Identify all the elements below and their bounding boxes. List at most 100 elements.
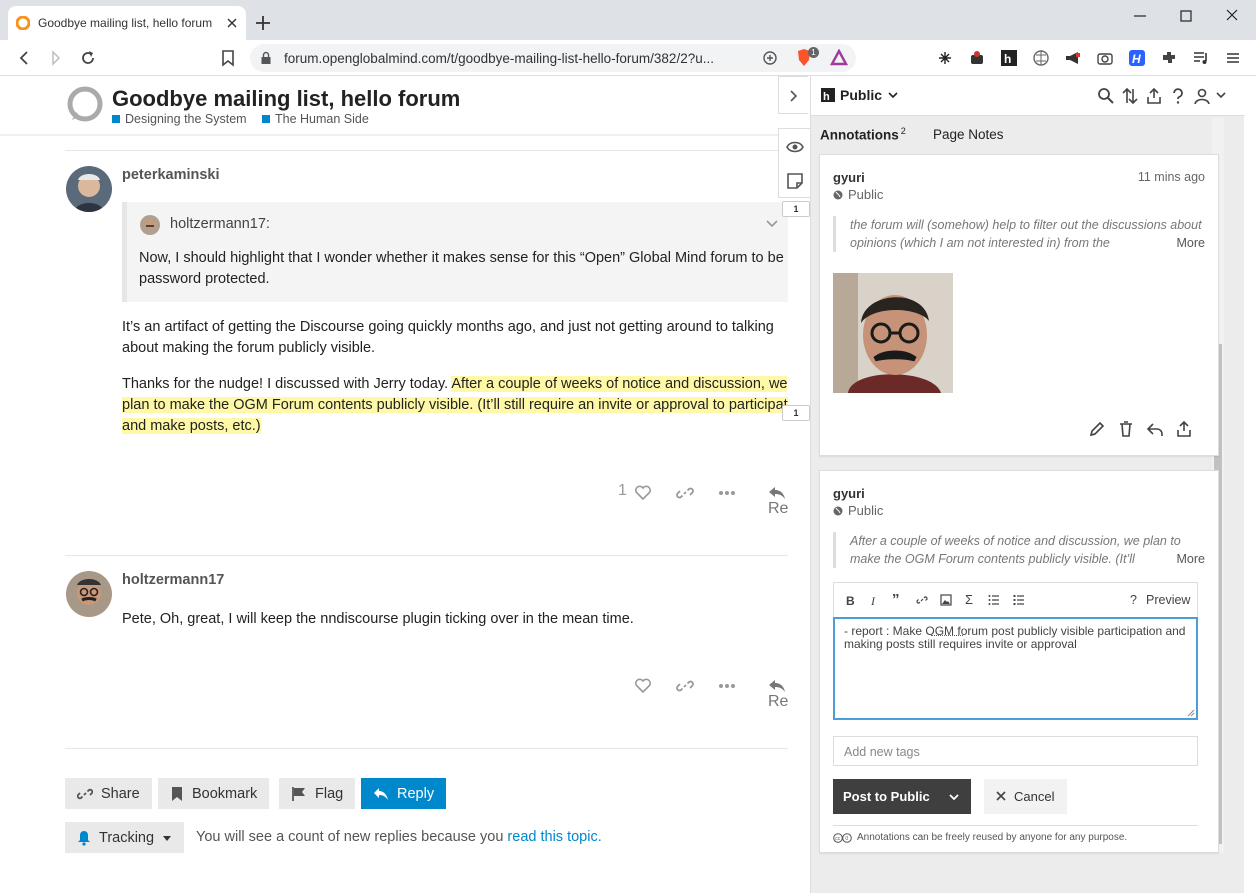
tab-page-notes[interactable]: Page Notes	[933, 127, 1004, 142]
read-topic-link[interactable]: read this topic.	[507, 829, 601, 845]
header-divider	[0, 134, 788, 136]
close-tab-icon[interactable]	[226, 17, 238, 29]
share-label: Share	[101, 785, 140, 802]
hypothesis-extension-icon[interactable]: h	[1000, 49, 1018, 67]
annotation-textarea[interactable]: - report : Make OGM forum post publicly …	[833, 617, 1198, 720]
svg-text:H: H	[1132, 52, 1141, 66]
edit-icon[interactable]	[1088, 420, 1106, 438]
category-the-human-side[interactable]: The Human Side	[262, 112, 369, 126]
more-actions-icon[interactable]	[718, 677, 736, 695]
image-icon[interactable]	[940, 594, 952, 606]
browser-tab[interactable]: Goodbye mailing list, hello forum	[8, 6, 246, 40]
topic-title[interactable]: Goodbye mailing list, hello forum	[112, 86, 460, 112]
help-icon[interactable]	[1169, 87, 1187, 105]
avatar-peterkaminski[interactable]	[66, 166, 112, 212]
sort-icon[interactable]	[1121, 87, 1139, 105]
reload-icon[interactable]	[78, 48, 98, 68]
post-divider	[65, 555, 788, 556]
more-actions-icon[interactable]	[718, 484, 736, 502]
like-count: 1	[618, 482, 627, 499]
zoom-icon[interactable]	[762, 50, 778, 66]
chevron-down-icon[interactable]	[948, 792, 960, 802]
annotation-timestamp[interactable]: 11 mins ago	[1138, 170, 1205, 184]
quote-author[interactable]: holtzermann17:	[170, 216, 270, 232]
annotation-body-text: - report : Make OGM forum post publicly …	[844, 624, 1186, 651]
extensions-puzzle-icon[interactable]	[1160, 49, 1178, 67]
share-annotation-icon[interactable]	[1175, 420, 1193, 438]
annotation-card[interactable]: gyuri 11 mins ago Public the forum will …	[819, 154, 1219, 456]
link-icon[interactable]	[676, 484, 694, 502]
brave-rewards-icon[interactable]	[830, 49, 848, 67]
license-text: Annotations can be freely reused by anyo…	[857, 832, 1128, 843]
browser-menu-icon[interactable]	[1224, 49, 1242, 67]
post-username[interactable]: peterkaminski	[122, 167, 220, 183]
tags-input[interactable]: Add new tags	[833, 736, 1198, 766]
media-list-icon[interactable]	[1192, 49, 1210, 67]
share-button[interactable]: Share	[65, 778, 152, 809]
link-icon[interactable]	[676, 677, 694, 695]
camera-extension-icon[interactable]	[1096, 49, 1114, 67]
extension-2-icon[interactable]	[968, 49, 986, 67]
page-note-icon[interactable]	[785, 171, 805, 191]
annotation-quote: After a couple of weeks of notice and di…	[833, 532, 1205, 568]
group-name[interactable]: Public	[840, 87, 882, 103]
markdown-help-icon[interactable]: ?	[1130, 593, 1137, 607]
quote-icon[interactable]: ”	[892, 591, 900, 608]
bullet-list-icon[interactable]	[1013, 594, 1025, 606]
user-account-icon[interactable]	[1193, 87, 1211, 105]
reply-button[interactable]: Reply	[361, 778, 447, 809]
cancel-button[interactable]: Cancel	[984, 779, 1067, 814]
sidebar-collapse-button[interactable]	[778, 76, 808, 114]
numbered-list-icon[interactable]	[988, 594, 1000, 606]
tracking-dropdown[interactable]: Tracking	[65, 822, 185, 853]
minimize-icon[interactable]	[1128, 6, 1152, 26]
license-notice: cc 0 Annotations can be freely reused by …	[833, 832, 1127, 843]
close-window-icon[interactable]	[1220, 6, 1244, 26]
annotation-editor-card[interactable]: gyuri Public After a couple of weeks of …	[819, 470, 1219, 853]
maximize-icon[interactable]	[1174, 6, 1198, 26]
eye-icon[interactable]	[785, 137, 805, 157]
bookmark-label: Bookmark	[192, 785, 258, 802]
post-username[interactable]: holtzermann17	[122, 572, 224, 588]
resize-handle-icon[interactable]	[1187, 709, 1195, 717]
annotation-username[interactable]: gyuri	[833, 170, 865, 185]
hashnode-extension-icon[interactable]: H	[1128, 49, 1146, 67]
forward-icon[interactable]	[46, 48, 66, 68]
chevron-down-icon[interactable]	[1216, 91, 1226, 99]
new-tab-icon[interactable]	[252, 12, 274, 34]
annotation-username[interactable]: gyuri	[833, 486, 865, 501]
back-icon[interactable]	[14, 48, 34, 68]
bookmark-button[interactable]: Bookmark	[158, 778, 270, 809]
delete-icon[interactable]	[1117, 420, 1135, 438]
chevron-down-icon[interactable]	[888, 91, 898, 99]
tab-annotations[interactable]: Annotations 2	[820, 126, 906, 143]
reply-label: Reply	[397, 785, 435, 802]
link-icon[interactable]	[916, 594, 928, 606]
bookmark-page-icon[interactable]	[218, 48, 238, 68]
hypothesis-logo-icon[interactable]: h	[821, 88, 835, 104]
extension-1-icon[interactable]	[936, 49, 954, 67]
math-icon[interactable]: Σ	[965, 592, 973, 607]
bold-icon[interactable]: B	[846, 594, 855, 608]
address-bar[interactable]: forum.openglobalmind.com/t/goodbye-maili…	[250, 44, 856, 72]
reply-icon[interactable]	[1146, 420, 1164, 438]
megaphone-extension-icon[interactable]	[1064, 49, 1082, 67]
annotations-count: 2	[900, 126, 906, 136]
post-paragraph-highlighted: Thanks for the nudge! I discussed with J…	[122, 374, 788, 437]
italic-icon[interactable]: I	[871, 594, 875, 609]
heart-icon[interactable]	[634, 484, 652, 502]
discourse-logo-icon[interactable]	[66, 86, 104, 124]
category-designing-the-system[interactable]: Designing the System	[112, 112, 247, 126]
preview-button[interactable]: Preview	[1146, 593, 1190, 607]
brain-extension-icon[interactable]	[1032, 49, 1050, 67]
heart-icon[interactable]	[634, 677, 652, 695]
more-link[interactable]: More	[1168, 234, 1205, 252]
more-link[interactable]: More	[1168, 550, 1205, 568]
post-to-public-button[interactable]: Post to Public	[833, 779, 971, 814]
avatar-holtzermann17[interactable]	[66, 571, 112, 617]
sidebar-toolbar	[778, 128, 810, 198]
flag-button[interactable]: Flag	[279, 778, 356, 809]
share-icon[interactable]	[1145, 87, 1163, 105]
search-icon[interactable]	[1097, 87, 1115, 105]
chevron-down-icon[interactable]	[765, 216, 779, 230]
